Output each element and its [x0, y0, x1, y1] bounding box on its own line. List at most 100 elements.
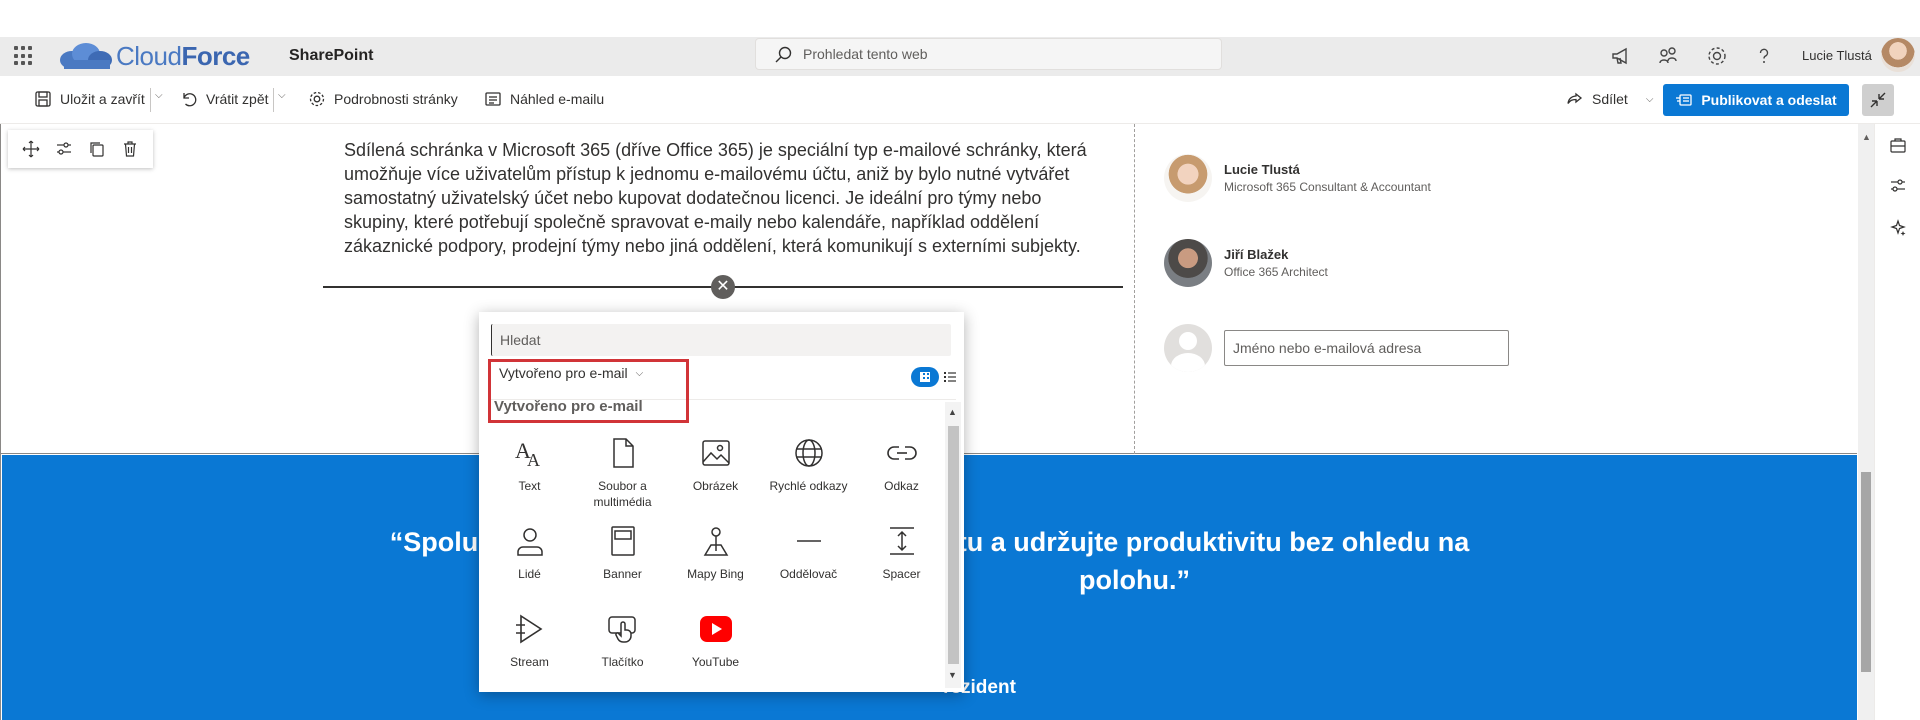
undo-dropdown-chevron[interactable]: ⌵ [278, 90, 286, 101]
page-scrollbar[interactable]: ▲ [1858, 124, 1874, 720]
file-icon [612, 438, 634, 468]
user-avatar[interactable] [1881, 38, 1915, 72]
scroll-down-icon[interactable]: ▼ [948, 670, 957, 680]
right-rail [1874, 124, 1920, 720]
undo-icon [183, 93, 197, 107]
highlight-annotation [488, 359, 689, 423]
spacer-icon [889, 527, 914, 555]
brand-name: CloudForce [116, 40, 250, 71]
suite-bar: CloudForce SharePoint Prohledat tento we… [0, 37, 1920, 76]
share-icon [1567, 92, 1583, 104]
separator [273, 88, 274, 112]
toolbox-item-text[interactable]: AA Text [483, 436, 576, 494]
feedback-icon[interactable] [1657, 45, 1679, 67]
toolbox-item-stream[interactable]: Stream [483, 612, 576, 670]
publish-send-button[interactable]: Publikovat a odeslat [1663, 84, 1849, 116]
toolbox-item-link[interactable]: Odkaz [855, 436, 948, 494]
collapse-icon [1870, 92, 1886, 108]
toolbox-item-youtube[interactable]: YouTube [669, 612, 762, 670]
undo-button[interactable]: Vrátit zpět [180, 90, 269, 108]
person-icon [516, 528, 543, 556]
person-name: Lucie Tlustá [1224, 162, 1300, 177]
save-icon [35, 91, 51, 107]
duplicate-icon[interactable] [88, 140, 106, 158]
toolbox-flyout: Vytvořeno pro e-mail ⌵ Vytvořeno pro e-m… [479, 312, 964, 692]
toolbox-item-spacer[interactable]: Spacer [855, 524, 948, 582]
person-card[interactable]: Jiří Blažek Office 365 Architect [1164, 239, 1328, 287]
divider-icon [796, 540, 821, 542]
page-details-button[interactable]: Podrobnosti stránky [308, 90, 458, 108]
list-view-icon[interactable] [943, 370, 957, 384]
search-placeholder: Prohledat tento web [803, 46, 928, 62]
cloud-logo-icon [60, 43, 112, 69]
separator [150, 88, 151, 112]
gear-icon[interactable] [1706, 45, 1728, 67]
map-pin-icon [703, 527, 728, 556]
toolbox-item-button[interactable]: Tlačítko [576, 612, 669, 670]
save-dropdown-chevron[interactable]: ⌵ [155, 90, 163, 101]
app-launcher-icon[interactable] [14, 46, 34, 66]
toolbox-item-divider[interactable]: Oddělovač [762, 524, 855, 582]
person-role: Microsoft 365 Consultant & Accountant [1224, 180, 1431, 194]
svg-text:A: A [527, 450, 540, 470]
link-icon [886, 446, 917, 460]
person-name: Jiří Blažek [1224, 247, 1289, 262]
email-preview-icon [485, 92, 501, 106]
email-preview-button[interactable]: Náhled e-mailu [484, 90, 604, 108]
save-close-button[interactable]: Uložit a zavřít [34, 90, 145, 108]
settings-sliders-icon[interactable] [1889, 177, 1907, 195]
toolbox-item-people[interactable]: Lidé [483, 524, 576, 582]
toolbox-item-image[interactable]: Obrázek [669, 436, 762, 494]
people-search-input[interactable] [1224, 330, 1509, 366]
gear-icon [309, 91, 325, 107]
delete-icon[interactable] [121, 140, 139, 158]
view-toggle [911, 367, 957, 387]
sharepoint-editor: CloudForce SharePoint Prohledat tento we… [0, 0, 1920, 720]
edit-properties-icon[interactable] [55, 140, 73, 158]
body-paragraph[interactable]: Sdílená schránka v Microsoft 365 (dříve … [344, 138, 1089, 258]
scroll-up-icon[interactable]: ▲ [948, 407, 957, 417]
toolbox-item-banner[interactable]: Banner [576, 524, 669, 582]
move-icon[interactable] [22, 140, 40, 158]
design-ideas-icon[interactable] [1889, 219, 1907, 237]
scroll-thumb[interactable] [948, 426, 959, 664]
chevron-down-icon: ⌵ [1645, 93, 1654, 105]
toolbox-search-input[interactable] [491, 324, 951, 356]
person-role: Office 365 Architect [1224, 265, 1328, 279]
banner-icon [610, 526, 635, 556]
chevron-down-icon: ⌵ [155, 90, 163, 101]
scroll-thumb[interactable] [1861, 472, 1871, 672]
stream-icon [515, 614, 542, 644]
share-button[interactable]: Sdílet ⌵ [1566, 90, 1653, 108]
close-toolbox-button[interactable]: ✕ [711, 275, 735, 299]
youtube-icon [699, 616, 732, 642]
image-icon [701, 440, 730, 466]
command-bar: Uložit a zavřít ⌵ Vrátit zpět ⌵ Podrobno… [0, 76, 1920, 124]
toolbox-item-file-media[interactable]: Soubor a multimédia [576, 436, 669, 510]
collapse-button[interactable] [1862, 84, 1894, 116]
webpart-toolbar [8, 130, 153, 168]
person-card[interactable]: Lucie Tlustá Microsoft 365 Consultant & … [1164, 154, 1431, 202]
toolbox-icon[interactable] [1889, 136, 1907, 154]
user-name[interactable]: Lucie Tlustá [1802, 48, 1872, 63]
person-photo [1164, 239, 1212, 287]
text-icon: AA [515, 438, 540, 470]
toolbox-item-quick-links[interactable]: Rychlé odkazy [762, 436, 855, 494]
scroll-up-icon[interactable]: ▲ [1862, 132, 1871, 142]
grid-view-icon[interactable] [911, 367, 939, 387]
person-photo [1164, 154, 1212, 202]
site-search[interactable]: Prohledat tento web [755, 38, 1222, 70]
app-name[interactable]: SharePoint [289, 47, 373, 65]
chevron-down-icon: ⌵ [278, 90, 286, 101]
help-icon[interactable] [1753, 45, 1775, 67]
globe-icon [794, 439, 823, 467]
button-icon [607, 616, 636, 643]
toolbox-item-bing-maps[interactable]: Mapy Bing [669, 524, 762, 582]
search-icon [775, 46, 792, 63]
add-person-row [1164, 324, 1509, 372]
megaphone-icon[interactable] [1610, 45, 1632, 67]
person-placeholder-icon [1164, 324, 1212, 372]
publish-icon [1676, 94, 1692, 106]
brand-logo[interactable]: CloudForce [58, 41, 250, 71]
column-divider [1134, 124, 1135, 454]
